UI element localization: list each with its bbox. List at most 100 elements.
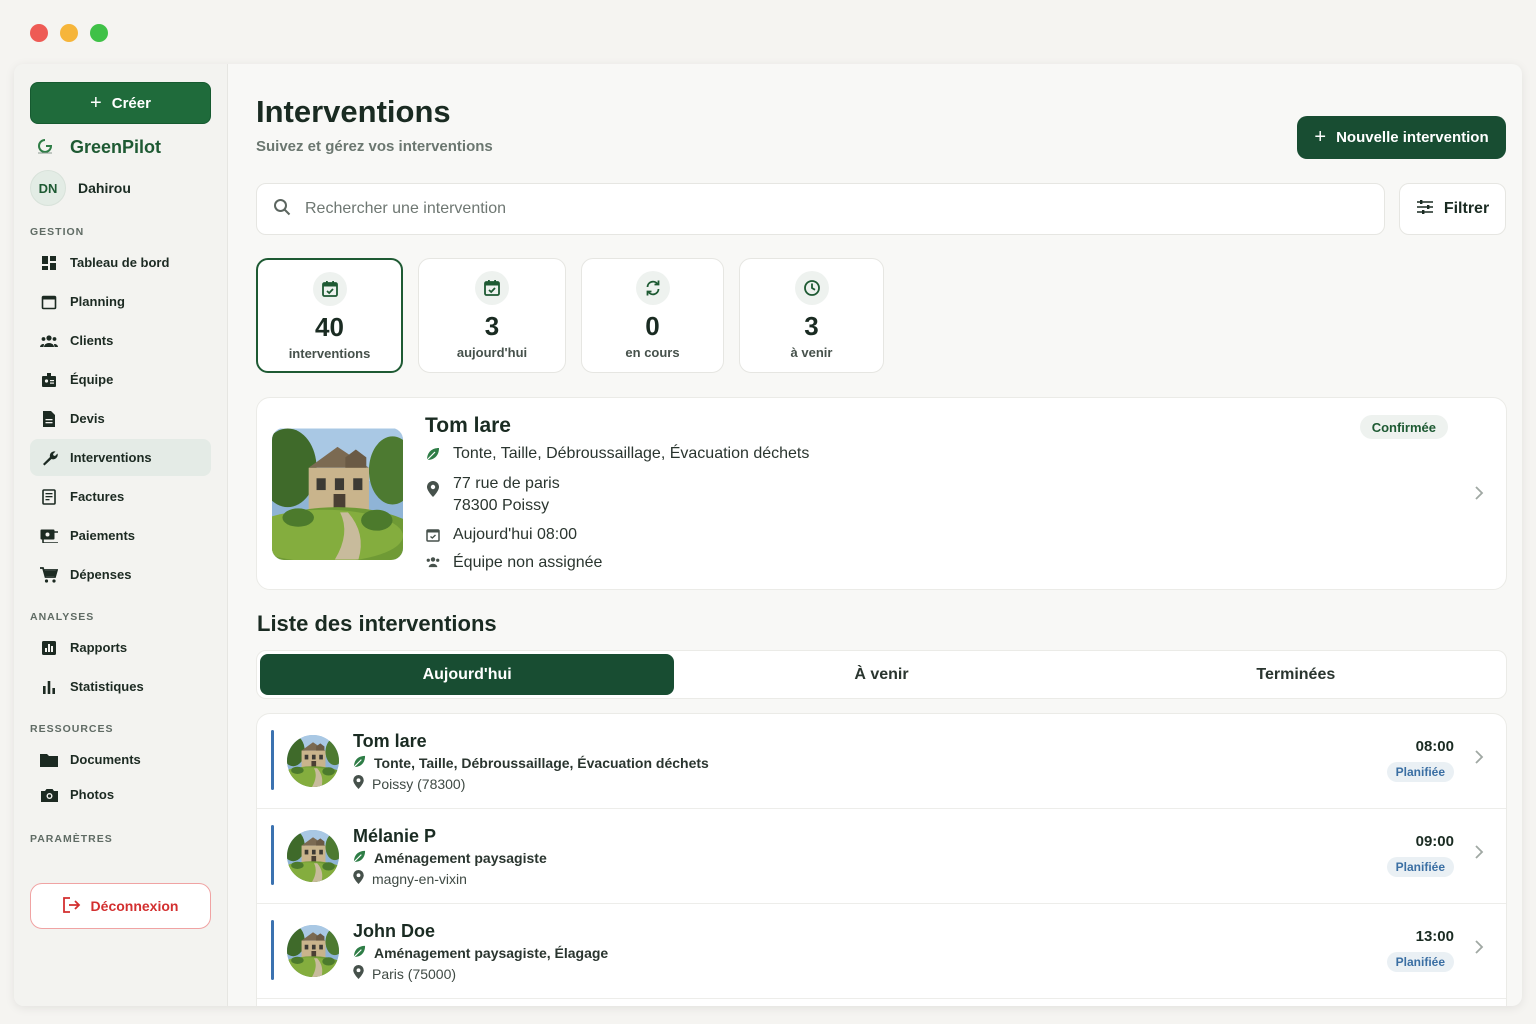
section-title-analyses: ANALYSES (30, 611, 95, 623)
search-bar (256, 183, 1385, 235)
sidebar-item-planning[interactable]: Planning (30, 283, 211, 320)
logout-label: Déconnexion (90, 898, 179, 914)
sidebar-item-statistiques[interactable]: Statistiques (30, 668, 211, 705)
services-text: Aménagement paysagiste (374, 850, 547, 866)
create-button[interactable]: + Créer (30, 82, 211, 124)
stat-label: interventions (288, 346, 371, 361)
next-intervention-card[interactable]: Tom lare Confirmée Tonte, Taille, Débrou… (256, 397, 1507, 590)
sidebar-item-interventions[interactable]: Interventions (30, 439, 211, 476)
location-row: Poissy (78300) (353, 775, 465, 792)
tab-today[interactable]: Aujourd'hui (260, 654, 675, 695)
sidebar-item-equipe[interactable]: Équipe (30, 361, 211, 398)
table-row[interactable]: Mélanie P Aménagement paysagiste magny-e… (257, 809, 1506, 904)
clock-icon (794, 271, 829, 305)
sidebar-item-factures[interactable]: Factures (30, 478, 211, 515)
list-title: Liste des interventions (257, 611, 497, 636)
time-label: 13:00 (1415, 928, 1454, 945)
logout-icon (62, 896, 81, 916)
sidebar-item-dashboard[interactable]: Tableau de bord (30, 244, 211, 281)
sidebar-item-photos[interactable]: Photos (30, 776, 211, 813)
services-text: Tonte, Taille, Débroussaillage, Évacuati… (374, 755, 709, 771)
location-pin-icon (425, 475, 441, 497)
location-row: magny-en-vixin (353, 870, 467, 887)
user-name: Dahirou (78, 180, 131, 196)
services-text: Tonte, Taille, Débroussaillage, Évacuati… (453, 445, 810, 462)
stat-label: en cours (625, 345, 680, 360)
avatar: DN (30, 170, 66, 206)
table-row[interactable]: John Doe Aménagement paysagiste, Élagage… (257, 904, 1506, 999)
stat-value: 3 (484, 311, 500, 341)
services-row: Tonte, Taille, Débroussaillage, Évacuati… (353, 755, 709, 771)
stat-card-upcoming[interactable]: 3 à venir (739, 258, 884, 373)
location-row: Paris (75000) (353, 965, 456, 982)
calendar-icon (40, 293, 58, 311)
calendar-check-icon (312, 272, 347, 306)
chevron-right-icon[interactable] (1474, 484, 1484, 507)
sidebar-item-paiements[interactable]: Paiements (30, 517, 211, 554)
status-badge: Planifiée (1386, 857, 1454, 877)
time-label: 08:00 (1415, 738, 1454, 755)
sidebar-item-label: Interventions (70, 450, 152, 465)
stat-card-today[interactable]: 3 aujourd'hui (418, 258, 566, 373)
folder-icon (40, 751, 58, 769)
sidebar-item-depenses[interactable]: Dépenses (30, 556, 211, 593)
document-icon (40, 410, 58, 428)
create-button-label: Créer (111, 94, 151, 112)
status-badge: Planifiée (1386, 952, 1454, 972)
sidebar-item-devis[interactable]: Devis (30, 400, 211, 437)
status-badge: Confirmée (1359, 415, 1448, 439)
payment-icon (40, 527, 58, 545)
sidebar-item-label: Documents (70, 752, 141, 767)
users-icon (40, 332, 58, 350)
close-window-button[interactable] (30, 24, 48, 42)
sidebar-item-documents[interactable]: Documents (30, 741, 211, 778)
logout-button[interactable]: Déconnexion (30, 883, 211, 929)
tab-upcoming[interactable]: À venir (674, 654, 1088, 695)
table-row[interactable]: Tom lare Tonte, Taille, Débroussaillage,… (257, 714, 1506, 809)
stat-label: à venir (790, 345, 833, 360)
bar-chart-icon (40, 678, 58, 696)
stat-label: aujourd'hui (456, 345, 528, 360)
new-intervention-label: Nouvelle intervention (1336, 129, 1489, 146)
section-title-gestion: GESTION (30, 226, 85, 238)
stat-value: 3 (804, 311, 819, 341)
sidebar-item-label: Photos (70, 787, 115, 802)
user-profile[interactable]: DN Dahirou (30, 170, 211, 206)
sidebar-item-rapports[interactable]: Rapports (30, 629, 211, 666)
chevron-right-icon[interactable] (1474, 843, 1484, 866)
app-window: + Créer GreenPilot DN Dahirou GESTION Ta… (14, 64, 1522, 1006)
sidebar-item-label: Clients (70, 333, 114, 348)
search-input[interactable] (305, 200, 1205, 218)
chevron-right-icon[interactable] (1474, 938, 1484, 961)
stat-card-in-progress[interactable]: 0 en cours (581, 258, 724, 373)
sidebar-item-label: Dépenses (70, 567, 132, 582)
minimize-window-button[interactable] (60, 24, 78, 42)
chevron-right-icon[interactable] (1474, 748, 1484, 771)
client-name: Mélanie P (353, 826, 437, 846)
client-name: Tom lare (353, 731, 427, 751)
status-badge: Planifiée (1386, 762, 1454, 782)
tab-completed[interactable]: Terminées (1089, 654, 1503, 695)
calendar-check-icon (475, 271, 509, 305)
page-subtitle: Suivez et gérez vos interventions (256, 138, 493, 155)
stat-card-total[interactable]: 40 interventions (256, 258, 403, 373)
plus-icon: + (1314, 126, 1327, 148)
section-title-parametres[interactable]: PARAMÈTRES (30, 833, 211, 845)
users-icon (425, 554, 441, 568)
sidebar-item-label: Devis (70, 411, 105, 426)
sidebar-item-clients[interactable]: Clients (30, 322, 211, 359)
filter-button[interactable]: Filtrer (1399, 183, 1506, 235)
plus-icon: + (90, 92, 102, 114)
property-thumbnail (287, 735, 339, 787)
location-text: magny-en-vixin (372, 870, 467, 887)
new-intervention-button[interactable]: + Nouvelle intervention (1297, 116, 1506, 159)
location-text: Poissy (78300) (372, 775, 466, 792)
team-text: Équipe non assignée (453, 554, 603, 571)
interventions-tabs: Aujourd'hui À venir Terminées (256, 650, 1507, 699)
property-thumbnail (287, 830, 339, 882)
maximize-window-button[interactable] (90, 24, 108, 42)
main-content: Interventions Suivez et gérez vos interv… (228, 64, 1522, 1006)
services-row: Tonte, Taille, Débroussaillage, Évacuati… (425, 445, 809, 463)
property-photo (272, 428, 403, 560)
dashboard-icon (40, 254, 58, 272)
